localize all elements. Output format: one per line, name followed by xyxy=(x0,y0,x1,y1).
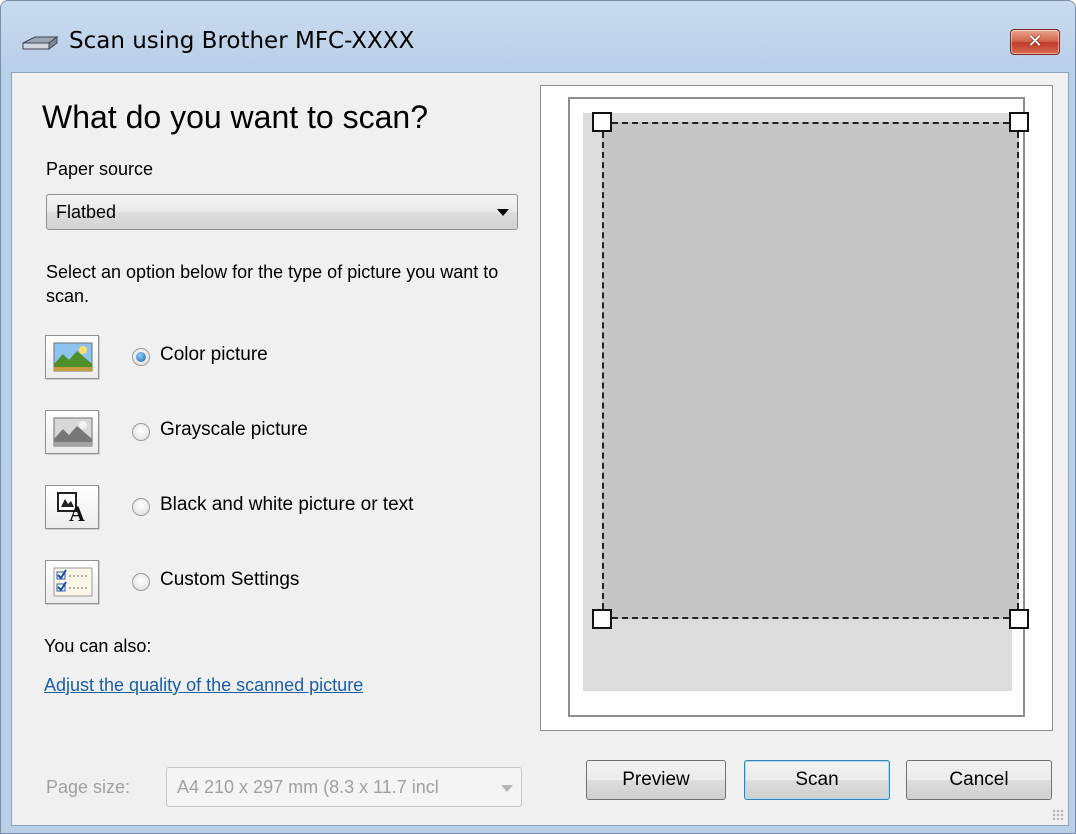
chevron-down-icon xyxy=(497,209,509,216)
custom-settings-label[interactable]: Custom Settings xyxy=(160,569,299,591)
title-bar: Scan using Brother MFC-XXXX ✕ xyxy=(1,1,1076,71)
preview-button[interactable]: Preview xyxy=(586,760,726,800)
black-white-text-icon[interactable]: A xyxy=(45,485,99,529)
black-white-label[interactable]: Black and white picture or text xyxy=(160,494,413,516)
close-button[interactable]: ✕ xyxy=(1010,29,1060,55)
scanner-icon xyxy=(22,36,59,50)
color-picture-radio[interactable] xyxy=(132,348,150,366)
preview-page-frame xyxy=(568,97,1029,717)
black-white-radio[interactable] xyxy=(132,498,150,516)
chevron-down-icon xyxy=(501,785,513,792)
svg-text:A: A xyxy=(69,501,85,522)
page-title: What do you want to scan? xyxy=(42,99,428,135)
window-title: Scan using Brother MFC-XXXX xyxy=(69,28,415,54)
grayscale-picture-icon[interactable] xyxy=(45,410,99,454)
grayscale-picture-radio[interactable] xyxy=(132,423,150,441)
resize-handle-bottom-right[interactable] xyxy=(1009,609,1029,629)
resize-handle-top-left[interactable] xyxy=(592,112,612,132)
scan-dialog-window: Scan using Brother MFC-XXXX ✕ What do yo… xyxy=(0,0,1076,834)
color-picture-icon[interactable] xyxy=(45,335,99,379)
page-size-select[interactable]: A4 210 x 297 mm (8.3 x 11.7 incl xyxy=(166,767,522,807)
paper-source-label: Paper source xyxy=(46,159,154,179)
resize-grip-icon[interactable] xyxy=(1052,809,1064,821)
dialog-body: What do you want to scan? Paper source F… xyxy=(11,72,1069,826)
custom-settings-icon[interactable] xyxy=(45,560,99,604)
also-label: You can also: xyxy=(44,636,152,656)
paper-source-select[interactable]: Flatbed xyxy=(46,194,518,230)
page-size-value: A4 210 x 297 mm (8.3 x 11.7 incl xyxy=(177,777,439,797)
scanner-bed xyxy=(583,112,1029,691)
color-picture-label[interactable]: Color picture xyxy=(160,344,268,366)
cancel-button[interactable]: Cancel xyxy=(906,760,1052,800)
scan-preview-area xyxy=(540,85,1053,731)
scan-button[interactable]: Scan xyxy=(744,760,890,800)
page-size-label: Page size: xyxy=(46,777,131,797)
close-icon: ✕ xyxy=(1027,31,1043,52)
custom-settings-radio[interactable] xyxy=(132,573,150,591)
picture-type-description: Select an option below for the type of p… xyxy=(46,262,499,306)
scan-region-selection[interactable] xyxy=(602,122,1019,619)
resize-handle-top-right[interactable] xyxy=(1009,112,1029,132)
adjust-quality-link[interactable]: Adjust the quality of the scanned pictur… xyxy=(44,675,363,696)
grayscale-picture-label[interactable]: Grayscale picture xyxy=(160,419,308,441)
paper-source-value: Flatbed xyxy=(56,202,117,222)
resize-handle-bottom-left[interactable] xyxy=(592,609,612,629)
